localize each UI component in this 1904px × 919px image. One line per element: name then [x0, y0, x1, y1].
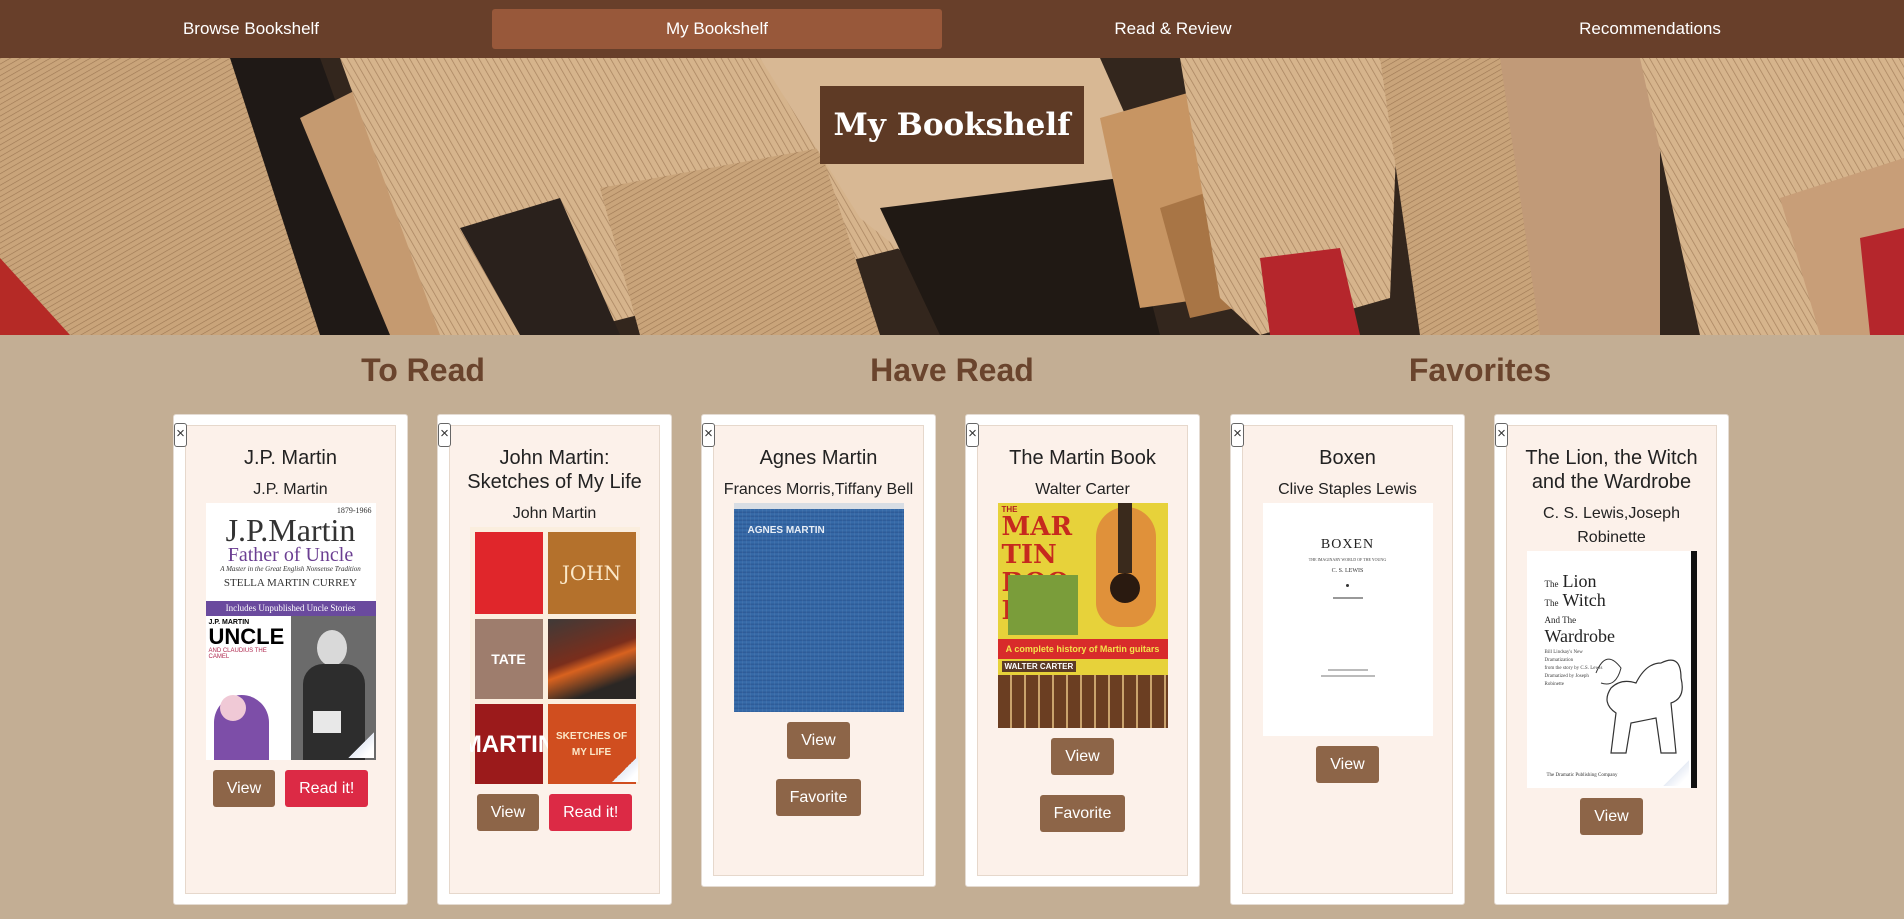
cover-label: AGNES MARTIN [747, 525, 825, 536]
remove-book-button[interactable]: × [1231, 423, 1244, 447]
read-it-button[interactable]: Read it! [549, 794, 633, 831]
cover-word-martin: MARTIN [470, 704, 555, 784]
section-heading-favorites: Favorites [1408, 352, 1552, 388]
view-button[interactable]: View [1580, 798, 1643, 835]
page-title: My Bookshelf [820, 86, 1084, 164]
nav-recommendations[interactable]: Recommendations [1420, 9, 1880, 49]
page-curl-decoration [611, 756, 638, 782]
book-author: J.P. Martin [253, 481, 328, 498]
book-card-body: Boxen Clive Staples Lewis BOXEN THE IMAG… [1242, 425, 1453, 894]
remove-book-button[interactable]: × [1495, 423, 1508, 447]
book-cover-image: The Lion The Witch And The Wardrobe Bill… [1526, 551, 1697, 788]
book-card-body: The Martin Book Walter Carter THE MARTIN… [977, 425, 1188, 876]
cover-title: J.P.Martin [225, 512, 356, 548]
remove-book-button[interactable]: × [966, 423, 979, 447]
read-it-button[interactable]: Read it! [285, 770, 369, 807]
book-card: × Boxen Clive Staples Lewis BOXEN THE IM… [1230, 414, 1465, 905]
cover-author: WALTER CARTER [1001, 661, 1077, 672]
book-author: John Martin [512, 505, 597, 522]
book-title: Boxen [1319, 447, 1376, 469]
cover-subtitle: Father of Uncle [227, 544, 354, 566]
section-heading-to-read: To Read [361, 352, 485, 388]
lion-illustration [1595, 658, 1683, 754]
cover-witch: Witch [1562, 590, 1606, 610]
book-title: The Lion, the Witch and the Wardrobe [1525, 447, 1698, 493]
cover-word-john: JOHN [547, 532, 636, 614]
book-cover-image: THE MARTIN BOOK A complete history of Ma… [997, 503, 1168, 728]
cover-uncle-sub: AND CLAUDIUS THE CAMEL [208, 648, 267, 660]
section-heading-have-read: Have Read [870, 352, 1034, 388]
book-cover-image: BOXEN THE IMAGINARY WORLD OF THE YOUNG C… [1262, 503, 1433, 736]
cover-the-2: The [1544, 598, 1559, 608]
book-author: Clive Staples Lewis [1278, 481, 1417, 498]
book-card: × John Martin: Sketches of My Life John … [437, 414, 672, 905]
nav-read-review[interactable]: Read & Review [962, 9, 1384, 49]
book-card: × The Martin Book Walter Carter THE MART… [965, 414, 1200, 887]
page-curl-decoration [347, 732, 374, 758]
cover-author: C. S. LEWIS [1331, 568, 1364, 574]
view-button[interactable]: View [1051, 738, 1114, 775]
book-cover-image: 1879-1966 J.P.Martin Father of Uncle A M… [205, 503, 376, 760]
cover-lion: Lion [1562, 571, 1597, 591]
book-card: × J.P. Martin J.P. Martin 1879-1966 J.P.… [173, 414, 408, 905]
book-author: Walter Carter [1035, 481, 1130, 498]
favorite-button[interactable]: Favorite [775, 779, 862, 816]
cover-uncle: UNCLE [208, 624, 285, 649]
cover-tagline: A Master in the Great English Nonsense T… [220, 565, 361, 573]
page-curl-decoration [1662, 760, 1689, 786]
book-card: × The Lion, the Witch and the Wardrobe C… [1494, 414, 1729, 905]
book-cover-image: AGNES MARTIN [733, 503, 904, 712]
book-card-body: Agnes Martin Frances Morris,Tiffany Bell… [713, 425, 924, 876]
cover-and-the: And The [1544, 615, 1577, 625]
view-button[interactable]: View [212, 770, 276, 807]
cover-publisher: The Dramatic Publishing Company [1546, 773, 1618, 778]
cover-banner: Includes Unpublished Uncle Stories [205, 601, 376, 616]
book-title: John Martin: Sketches of My Life [467, 447, 642, 493]
nav-browse-bookshelf[interactable]: Browse Bookshelf [40, 9, 462, 49]
book-title: J.P. Martin [244, 447, 337, 469]
book-title: The Martin Book [1009, 447, 1156, 469]
remove-book-button[interactable]: × [438, 423, 451, 447]
book-cover-image: JOHN TATE MARTIN SKETCHES OF MY LIFE [469, 527, 640, 784]
book-card-body: John Martin: Sketches of My Life John Ma… [449, 425, 660, 894]
remove-book-button[interactable]: × [702, 423, 715, 447]
nav-my-bookshelf[interactable]: My Bookshelf [492, 9, 942, 49]
view-button[interactable]: View [476, 794, 540, 831]
top-nav: Browse Bookshelf My Bookshelf Read & Rev… [0, 0, 1904, 58]
cover-word-tate: TATE [474, 619, 543, 699]
cover-subtitle: THE IMAGINARY WORLD OF THE YOUNG [1308, 557, 1387, 562]
book-title: Agnes Martin [759, 447, 878, 469]
book-author: C. S. Lewis,Joseph Robinette [1543, 505, 1680, 546]
cover-subtitle: A complete history of Martin guitars [997, 639, 1168, 659]
view-button[interactable]: View [1316, 746, 1379, 783]
cover-the-1: The [1544, 579, 1559, 589]
remove-book-button[interactable]: × [174, 423, 187, 447]
book-card-body: J.P. Martin J.P. Martin 1879-1966 J.P.Ma… [185, 425, 396, 894]
cover-title: BOXEN [1320, 537, 1375, 552]
view-button[interactable]: View [787, 722, 850, 759]
book-card: × Agnes Martin Frances Morris,Tiffany Be… [701, 414, 936, 887]
book-card-body: The Lion, the Witch and the Wardrobe C. … [1506, 425, 1717, 894]
book-author: Frances Morris,Tiffany Bell [723, 481, 914, 498]
hero-banner: My Bookshelf [0, 58, 1904, 335]
favorite-button[interactable]: Favorite [1039, 795, 1126, 832]
cover-author: STELLA MARTIN CURREY [223, 577, 358, 589]
